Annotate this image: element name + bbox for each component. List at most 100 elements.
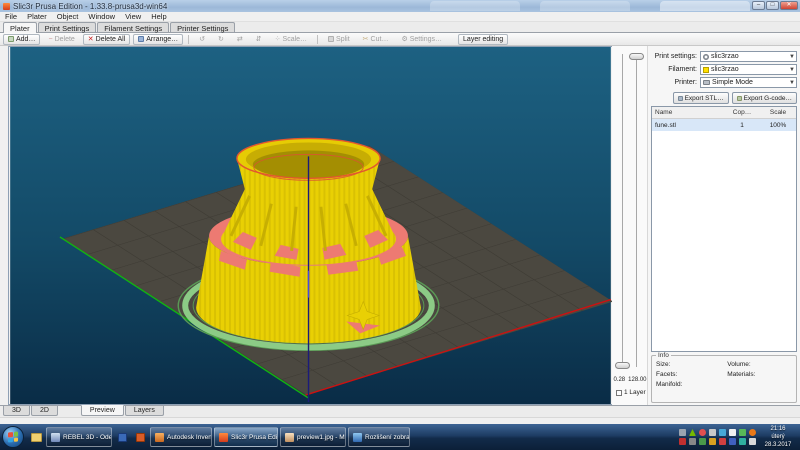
taskbar-button-display-settings[interactable]: Rozlišení zobrazení: [348, 427, 410, 447]
menu-object[interactable]: Object: [57, 12, 79, 21]
info-volume-label: Volume:: [727, 361, 793, 371]
object-list: Name Cop… Scale fune.stl 1 100%: [651, 106, 797, 352]
delete-all-button[interactable]: ✕ Delete All: [83, 34, 130, 45]
windows-taskbar: REBEL 3D - Odeslat o... Autodesk Invento…: [0, 424, 800, 450]
close-button[interactable]: ✕: [780, 1, 798, 10]
folder-icon: [31, 433, 42, 442]
speaker-icon[interactable]: [749, 438, 756, 445]
taskbar-button-email[interactable]: REBEL 3D - Odeslat o...: [46, 427, 112, 447]
tab-plater[interactable]: Plater: [3, 22, 37, 33]
one-layer-checkbox-box[interactable]: [616, 390, 622, 396]
object-settings-button: ⚙ Settings…: [396, 34, 447, 45]
orange-app-icon: [136, 433, 145, 442]
info-box-title: Info: [656, 352, 671, 359]
explorer-taskbar-icon[interactable]: [28, 428, 44, 446]
clock-day: úterý: [758, 433, 798, 441]
rotate-ccw-icon: ↺: [199, 36, 205, 43]
rotate-cw-icon: ↻: [218, 36, 224, 43]
tab-preview[interactable]: Preview: [81, 405, 124, 416]
system-tray: [679, 425, 756, 449]
filament-color-icon: [703, 67, 709, 73]
tray-icon[interactable]: [679, 429, 686, 436]
background-window-tab: [540, 1, 630, 11]
menu-window[interactable]: Window: [88, 12, 115, 21]
right-panel: Print settings: slic3rzao ▼ Filament: sl…: [648, 46, 800, 405]
email-window-icon: [51, 433, 60, 442]
minimize-button[interactable]: –: [752, 1, 765, 10]
taskbar-button-paint[interactable]: preview1.jpg - Malov...: [280, 427, 346, 447]
printer-icon: [703, 80, 710, 85]
view-tab-row: 3D 2D Preview Layers: [0, 405, 800, 417]
tray-icon[interactable]: [719, 438, 726, 445]
min-z-value: 0.28: [613, 377, 625, 383]
tray-icon[interactable]: [749, 429, 756, 436]
max-layer-slider-handle[interactable]: [629, 53, 644, 60]
tray-icon[interactable]: [709, 438, 716, 445]
background-window-tab: [430, 1, 520, 11]
pinned-app-orange[interactable]: [132, 428, 148, 446]
chevron-down-icon: ▼: [789, 54, 795, 60]
tray-icon[interactable]: [739, 429, 746, 436]
taskbar-button-slic3r[interactable]: Slic3r Prusa Edition - ...: [214, 427, 278, 447]
tab-printer-settings[interactable]: Printer Settings: [170, 22, 235, 32]
min-layer-slider-track[interactable]: [622, 54, 623, 367]
print-settings-select[interactable]: slic3rzao ▼: [700, 51, 797, 62]
menu-plater[interactable]: Plater: [27, 12, 47, 21]
export-stl-button[interactable]: Export STL…: [673, 92, 729, 104]
filament-select[interactable]: slic3rzao ▼: [700, 64, 797, 75]
printer-label: Printer:: [651, 79, 697, 86]
clock-date: 28.3.2017: [758, 441, 798, 449]
tray-icon[interactable]: [739, 438, 746, 445]
tray-icon[interactable]: [719, 429, 726, 436]
delete-icon: −: [48, 36, 52, 43]
arrange-icon: [138, 36, 144, 42]
split-icon: [328, 36, 334, 42]
tab-filament-settings[interactable]: Filament Settings: [97, 22, 169, 32]
table-row[interactable]: fune.stl 1 100%: [652, 119, 796, 131]
tab-print-settings[interactable]: Print Settings: [38, 22, 97, 32]
menu-file[interactable]: File: [5, 12, 17, 21]
tray-icon[interactable]: [689, 438, 696, 445]
taskbar-clock[interactable]: 21:16 úterý 28.3.2017: [758, 425, 798, 449]
split-button: Split: [323, 34, 355, 45]
taskbar-button-inventor[interactable]: Autodesk Inventor Pr...: [150, 427, 212, 447]
tray-icon[interactable]: [699, 438, 706, 445]
printer-select[interactable]: Simple Mode ▼: [700, 77, 797, 88]
max-layer-slider-track[interactable]: [636, 54, 637, 367]
export-gcode-button[interactable]: Export G-code…: [732, 92, 797, 104]
slic3r-taskbar-icon: [219, 433, 228, 442]
tab-layers[interactable]: Layers: [125, 406, 164, 416]
viewport-3d[interactable]: [8, 46, 612, 405]
settings-gear-icon: ⚙: [401, 36, 407, 43]
tab-3d[interactable]: 3D: [3, 406, 30, 416]
arrange-button[interactable]: Arrange…: [133, 34, 183, 45]
tray-icon[interactable]: [709, 429, 716, 436]
scale-icon: ⁘: [275, 36, 281, 43]
min-layer-slider-handle[interactable]: [615, 362, 630, 369]
info-box: Info Size: Volume: Facets: Materials: Ma…: [651, 355, 797, 403]
stl-icon: [678, 96, 683, 101]
tray-icon[interactable]: [729, 438, 736, 445]
tray-icon[interactable]: [699, 429, 706, 436]
windows-logo-icon: [8, 431, 18, 442]
slic3r-app-icon: [3, 3, 10, 10]
main-area: 0.28 128.00 1 Layer Print settings: slic…: [0, 46, 800, 405]
add-button[interactable]: Add…: [3, 34, 40, 45]
start-button[interactable]: [2, 426, 24, 448]
info-facets-label: Facets:: [656, 371, 727, 381]
cut-button: ✂ Cut…: [358, 34, 394, 45]
tray-icon[interactable]: [729, 429, 736, 436]
tray-icon[interactable]: [689, 429, 696, 436]
layer-editing-toggle[interactable]: Layer editing: [458, 34, 508, 45]
maximize-button[interactable]: □: [766, 1, 779, 10]
gear-icon: [703, 54, 709, 60]
menu-view[interactable]: View: [125, 12, 141, 21]
one-layer-checkbox[interactable]: 1 Layer: [616, 389, 646, 396]
pinned-app-blue[interactable]: [114, 428, 130, 446]
menu-help[interactable]: Help: [151, 12, 166, 21]
chevron-down-icon: ▼: [789, 67, 795, 73]
tray-icon[interactable]: [679, 438, 686, 445]
chevron-down-icon: ▼: [789, 80, 795, 86]
tab-2d[interactable]: 2D: [31, 406, 58, 416]
plater-toolbar: Add… − Delete ✕ Delete All Arrange… ↺ ↻ …: [0, 33, 800, 46]
